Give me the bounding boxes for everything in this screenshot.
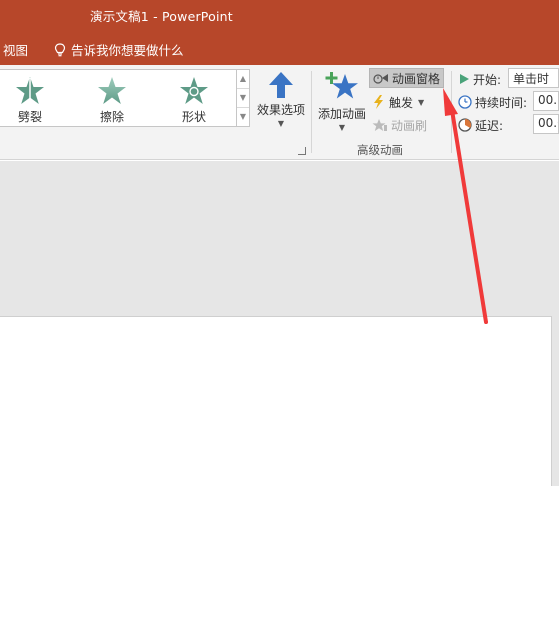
trigger-button[interactable]: 触发 ▼ bbox=[369, 92, 427, 112]
dialog-launcher-icon[interactable] bbox=[298, 147, 306, 155]
title-bar: 演示文稿1 - PowerPoint bbox=[0, 0, 559, 30]
chevron-down-icon: ▼ bbox=[418, 97, 425, 107]
group-label-advanced-animation: 高级动画 bbox=[357, 143, 403, 157]
animation-painter-button[interactable]: 动画刷 bbox=[369, 115, 430, 135]
delay-label: 延迟: bbox=[475, 118, 504, 133]
chevron-down-icon: ▼ bbox=[277, 119, 285, 128]
wipe-star-icon bbox=[98, 77, 126, 104]
duration-label: 持续时间: bbox=[475, 95, 528, 110]
tab-view[interactable]: 视图 bbox=[3, 40, 28, 59]
clock-icon bbox=[458, 95, 472, 109]
gallery-item-label: 形状 bbox=[181, 110, 206, 124]
shape-star-icon bbox=[180, 77, 208, 104]
start-row: 开始: bbox=[458, 69, 501, 89]
menu-bar: 视图 告诉我你想要做什么 bbox=[0, 30, 559, 65]
chevron-down-icon: ▼ bbox=[338, 123, 346, 132]
animation-pane-button[interactable]: 动画窗格 bbox=[369, 68, 445, 88]
lightning-icon bbox=[374, 95, 383, 109]
slide-canvas-lower bbox=[0, 486, 559, 622]
window-title: 演示文稿1 - PowerPoint bbox=[90, 9, 233, 24]
animation-gallery: 劈裂 擦除 形状 bbox=[0, 69, 237, 127]
add-animation-label: 添加动画 bbox=[317, 107, 366, 121]
split-star-icon bbox=[16, 77, 44, 104]
lightbulb-icon bbox=[54, 42, 66, 56]
animation-painter-label: 动画刷 bbox=[391, 118, 428, 133]
add-animation-star-icon bbox=[325, 72, 358, 99]
duration-input[interactable]: 00.5 bbox=[533, 91, 559, 111]
gallery-more-icon[interactable]: ▼ bbox=[237, 108, 249, 127]
delay-input[interactable]: 00.0 bbox=[533, 114, 559, 134]
start-select[interactable]: 单击时 bbox=[508, 68, 559, 88]
scroll-down-icon[interactable]: ▼ bbox=[237, 89, 249, 108]
start-label: 开始: bbox=[473, 72, 502, 87]
gallery-item-label: 劈裂 bbox=[17, 110, 42, 124]
add-animation-button[interactable]: 添加动画 ▼ bbox=[315, 71, 369, 132]
gallery-scrollbar[interactable]: ▲ ▼ ▼ bbox=[236, 69, 250, 127]
gallery-item-shape[interactable]: 形状 bbox=[164, 76, 224, 125]
gallery-item-split[interactable]: 劈裂 bbox=[0, 76, 60, 125]
tell-me-search[interactable]: 告诉我你想要做什么 bbox=[54, 40, 184, 59]
scroll-up-icon[interactable]: ▲ bbox=[237, 70, 249, 89]
tell-me-text: 告诉我你想要做什么 bbox=[71, 43, 184, 58]
animation-pane-icon bbox=[373, 74, 388, 84]
group-separator bbox=[451, 71, 452, 153]
group-separator bbox=[311, 71, 312, 153]
effect-options-button[interactable]: 效果选项 ▼ bbox=[253, 71, 309, 128]
ribbon: 劈裂 擦除 形状 ▲ ▼ ▼ 效果选项 ▼ 添加动画 ▼ 动画窗格 触发 ▼ 动… bbox=[0, 65, 559, 160]
effect-options-label: 效果选项 bbox=[256, 103, 305, 117]
gallery-item-label: 擦除 bbox=[99, 110, 124, 124]
animation-painter-icon bbox=[372, 119, 387, 131]
delay-row: 延迟: bbox=[458, 115, 503, 135]
play-icon bbox=[460, 74, 469, 84]
arrow-up-icon bbox=[269, 72, 293, 98]
trigger-label: 触发 bbox=[389, 95, 414, 110]
duration-row: 持续时间: bbox=[458, 92, 527, 112]
delay-clock-icon bbox=[458, 118, 472, 132]
gallery-item-wipe[interactable]: 擦除 bbox=[82, 76, 142, 125]
animation-pane-label: 动画窗格 bbox=[392, 71, 441, 86]
